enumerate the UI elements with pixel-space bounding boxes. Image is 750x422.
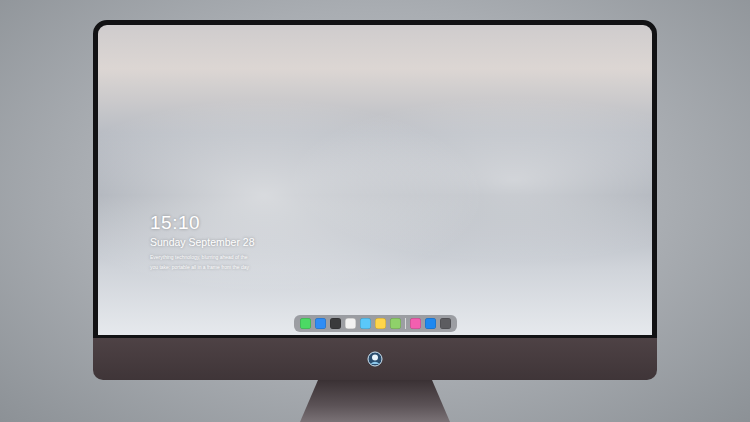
monitor-stand: [300, 380, 450, 422]
dock-app-icon[interactable]: [300, 318, 311, 329]
monitor-chin: [93, 338, 657, 380]
dock-app-icon[interactable]: [440, 318, 451, 329]
brand-logo-icon: [367, 351, 383, 367]
dock: [294, 315, 457, 332]
desktop-wallpaper: 15:10 Sunday September 28 Everything techn…: [98, 25, 652, 335]
monitor-bezel: 15:10 Sunday September 28 Everything techn…: [93, 20, 657, 338]
caption-line: you take: portable all in a frame from t…: [150, 264, 652, 271]
page: 15:10 Sunday September 28 Everything techn…: [0, 0, 750, 422]
lock-clock: 15:10 Sunday September 28 Everything techn…: [98, 213, 652, 271]
dock-app-icon[interactable]: [375, 318, 386, 329]
dock-app-icon[interactable]: [410, 318, 421, 329]
dock-divider: [405, 318, 406, 329]
dock-app-icon[interactable]: [360, 318, 371, 329]
clock-date: Sunday September 28: [150, 236, 652, 249]
dock-app-icon[interactable]: [330, 318, 341, 329]
caption-line: Everything technology, blurring ahead of…: [150, 254, 652, 261]
dock-app-icon[interactable]: [425, 318, 436, 329]
clock-time: 15:10: [150, 213, 652, 234]
dock-app-icon[interactable]: [345, 318, 356, 329]
dock-app-icon[interactable]: [390, 318, 401, 329]
dock-app-icon[interactable]: [315, 318, 326, 329]
